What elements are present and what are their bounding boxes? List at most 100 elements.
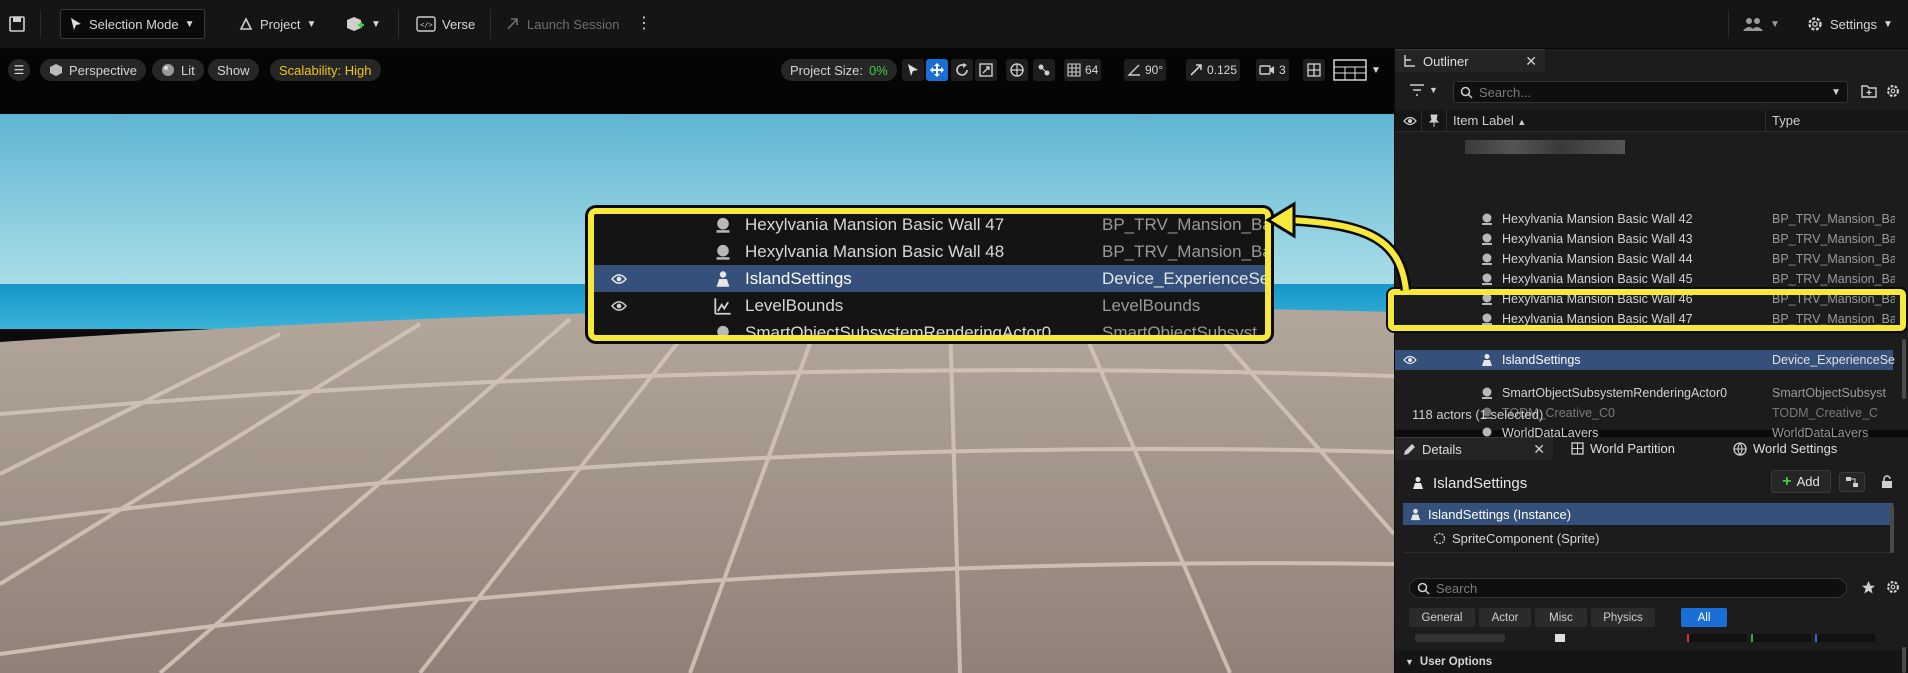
gear-icon[interactable] bbox=[1885, 83, 1901, 102]
camera-speed-button[interactable]: 3 bbox=[1256, 59, 1289, 81]
project-menu-button[interactable]: Project ▼ bbox=[238, 9, 316, 39]
viewport-layout-button[interactable]: ▼ bbox=[1330, 59, 1384, 81]
partially-hidden-row bbox=[1465, 140, 1625, 154]
perspective-button[interactable]: Perspective bbox=[40, 59, 146, 81]
outliner-row[interactable]: Hexylvania Mansion Basic Wall 43 BP_TRV_… bbox=[1395, 229, 1895, 249]
svg-text:</>: </> bbox=[420, 21, 433, 29]
grid-snap-value: 64 bbox=[1085, 63, 1099, 77]
eye-icon[interactable] bbox=[1403, 354, 1417, 366]
camera-speed-value: 3 bbox=[1279, 63, 1286, 77]
actor-sphere-icon bbox=[717, 325, 729, 335]
add-component-button[interactable]: + Add bbox=[1771, 470, 1831, 493]
launch-session-button[interactable]: Launch Session bbox=[505, 9, 620, 39]
new-folder-icon[interactable] bbox=[1861, 84, 1877, 101]
outliner-row[interactable]: Hexylvania Mansion Basic Wall 45 BP_TRV_… bbox=[1395, 269, 1895, 289]
filter-icon bbox=[1410, 84, 1424, 96]
filter-button[interactable]: ▼ bbox=[1409, 83, 1438, 97]
rotate-tool-icon[interactable] bbox=[951, 59, 973, 81]
users-icon bbox=[1743, 18, 1763, 31]
row-label: Hexylvania Mansion Basic Wall 42 bbox=[1502, 212, 1693, 226]
clipped-property-row bbox=[1415, 634, 1895, 642]
row-label: Hexylvania Mansion Basic Wall 43 bbox=[1502, 232, 1693, 246]
more-options-icon[interactable]: ⋮ bbox=[636, 9, 652, 39]
pin-column-icon[interactable] bbox=[1429, 114, 1439, 128]
callout-row: LevelBounds LevelBounds bbox=[594, 292, 1265, 319]
search-icon bbox=[1460, 86, 1473, 99]
user-options-section[interactable]: ▼ User Options bbox=[1395, 650, 1908, 673]
surface-snap-icon[interactable] bbox=[1033, 59, 1055, 81]
world-settings-tab-label: World Settings bbox=[1753, 441, 1838, 456]
filter-actor[interactable]: Actor bbox=[1479, 608, 1531, 627]
verse-button[interactable]: </> Verse bbox=[416, 9, 475, 39]
scalability-button[interactable]: Scalability: High bbox=[270, 59, 381, 81]
row-type: TODM_Creative_C bbox=[1772, 406, 1879, 420]
chevron-down-icon: ▼ bbox=[1405, 656, 1414, 667]
grid-snap-button[interactable]: 64 bbox=[1064, 59, 1102, 81]
selection-mode-button[interactable]: Selection Mode ▼ bbox=[60, 9, 205, 39]
row-label: SmartObjectSubsystemRenderingActor0 bbox=[1502, 386, 1728, 400]
level-viewport[interactable]: ☰ Perspective Lit Show Scalability: High… bbox=[0, 49, 1394, 673]
row-type: BP_TRV_Mansion_Ba bbox=[1772, 252, 1895, 266]
visibility-column-icon[interactable] bbox=[1403, 115, 1417, 127]
scale-tool-icon[interactable] bbox=[975, 59, 997, 81]
filter-physics[interactable]: Physics bbox=[1591, 608, 1655, 627]
outliner-search-input[interactable]: Search... ▼ bbox=[1453, 81, 1848, 103]
world-space-icon[interactable] bbox=[1006, 59, 1028, 81]
row-type: Device_ExperienceSe bbox=[1772, 353, 1895, 367]
details-search-input[interactable]: Search bbox=[1409, 578, 1847, 598]
select-tool-icon[interactable] bbox=[902, 59, 924, 81]
scale-snap-icon bbox=[1190, 64, 1202, 76]
filter-all[interactable]: All bbox=[1681, 608, 1727, 627]
settings-label: Settings bbox=[1830, 16, 1877, 32]
close-icon[interactable]: ✕ bbox=[1525, 53, 1537, 70]
sprite-icon bbox=[1433, 532, 1446, 544]
callout-row-label: LevelBounds bbox=[745, 295, 844, 315]
component-instance-row[interactable]: IslandSettings (Instance) bbox=[1403, 503, 1893, 525]
outliner-row[interactable]: Hexylvania Mansion Basic Wall 42 BP_TRV_… bbox=[1395, 209, 1895, 229]
tab-outliner[interactable]: Outliner ✕ bbox=[1395, 49, 1545, 72]
outliner-scrollbar[interactable] bbox=[1902, 339, 1906, 399]
filter-general[interactable]: General bbox=[1409, 608, 1475, 627]
chevron-down-icon: ▼ bbox=[306, 18, 317, 30]
outliner-row[interactable]: SmartObjectSubsystemRenderingActor0 Smar… bbox=[1395, 383, 1895, 403]
filter-misc[interactable]: Misc bbox=[1535, 608, 1587, 627]
show-button[interactable]: Show bbox=[208, 59, 259, 81]
blueprint-options-icon[interactable] bbox=[1839, 472, 1865, 492]
scale-snap-button[interactable]: 0.125 bbox=[1186, 59, 1241, 81]
outliner-row-selected[interactable]: IslandSettings Device_ExperienceSe bbox=[1395, 350, 1895, 370]
lock-icon[interactable] bbox=[1881, 475, 1893, 492]
item-label-column[interactable]: Item Label ▲ bbox=[1453, 113, 1526, 128]
viewport-menu-icon[interactable]: ☰ bbox=[8, 59, 30, 81]
chevron-down-icon: ▼ bbox=[1429, 85, 1438, 95]
add-content-button[interactable]: ▼ bbox=[345, 9, 381, 39]
outliner-row[interactable]: Hexylvania Mansion Basic Wall 44 BP_TRV_… bbox=[1395, 249, 1895, 269]
chevron-down-icon[interactable]: ▼ bbox=[1831, 87, 1841, 98]
layout-grid-icon[interactable] bbox=[1303, 59, 1325, 81]
world-partition-tab-label: World Partition bbox=[1590, 441, 1676, 456]
verse-label: Verse bbox=[442, 16, 476, 32]
callout-row-type: BP_TRV_Mansion_Ba bbox=[1102, 214, 1271, 234]
type-column[interactable]: Type bbox=[1772, 113, 1800, 128]
save-icon[interactable] bbox=[8, 9, 26, 39]
callout-row: Hexylvania Mansion Basic Wall 47 BP_TRV_… bbox=[594, 214, 1265, 238]
verse-icon: </> bbox=[416, 16, 436, 32]
star-icon[interactable] bbox=[1861, 580, 1876, 598]
project-label: Project bbox=[260, 16, 301, 32]
collaboration-button[interactable]: ▼ bbox=[1742, 9, 1780, 39]
lit-label: Lit bbox=[181, 62, 195, 78]
tab-world-settings[interactable]: World Settings bbox=[1725, 437, 1845, 460]
angle-snap-button[interactable]: 90° bbox=[1124, 59, 1167, 81]
callout-row-type: SmartObjectSubsyst bbox=[1102, 322, 1257, 341]
component-tree-scrollbar[interactable] bbox=[1890, 505, 1894, 553]
component-sprite-row[interactable]: SpriteComponent (Sprite) bbox=[1403, 527, 1893, 549]
tab-details[interactable]: Details ✕ bbox=[1395, 437, 1553, 460]
details-scrollbar[interactable] bbox=[1902, 647, 1906, 673]
close-icon[interactable]: ✕ bbox=[1533, 441, 1545, 458]
project-size-indicator[interactable]: Project Size: 0% bbox=[781, 59, 897, 81]
lit-button[interactable]: Lit bbox=[152, 59, 204, 81]
translate-tool-icon[interactable] bbox=[926, 59, 948, 81]
row-type: SmartObjectSubsyst bbox=[1772, 386, 1886, 400]
tab-world-partition[interactable]: World Partition bbox=[1563, 437, 1683, 460]
settings-button[interactable]: Settings ▼ bbox=[1806, 9, 1893, 39]
gear-icon[interactable] bbox=[1885, 579, 1901, 598]
